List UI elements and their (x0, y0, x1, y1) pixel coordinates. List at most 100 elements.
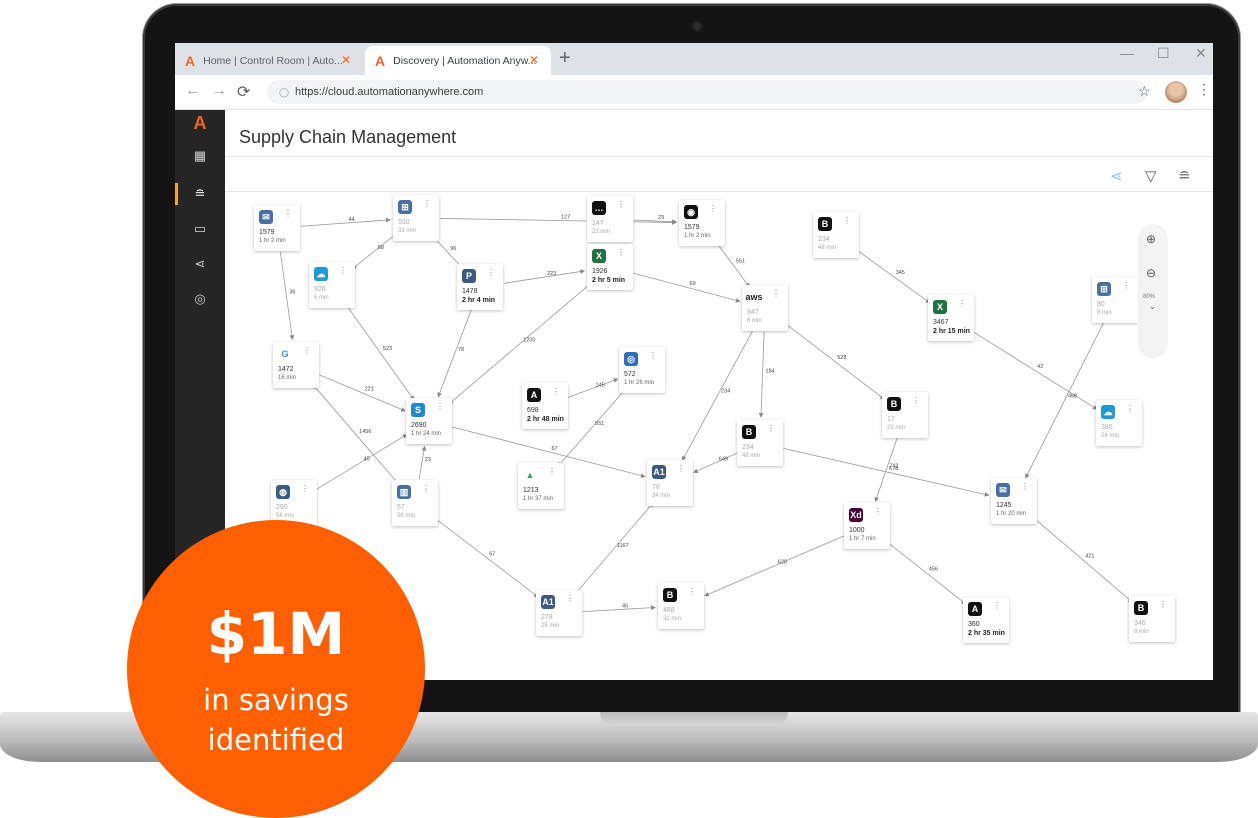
node-menu-icon[interactable]: ⋮ (423, 199, 431, 208)
browser-menu-icon[interactable]: ⋮ (1197, 81, 1211, 98)
database-icon[interactable]: ≘ (1178, 167, 1191, 185)
database-icon[interactable]: ≘ (187, 183, 213, 205)
node-menu-icon[interactable]: ⋮ (552, 387, 560, 396)
node-menu-icon[interactable]: ⋮ (617, 200, 625, 209)
graph-node[interactable]: aws ⋮ 947 6 min (742, 285, 788, 331)
graph-node[interactable]: ⊞ ⋮ 80 8 min (1092, 277, 1138, 323)
graph-node[interactable]: Xd ⋮ 1000 1 hr 7 min (844, 503, 890, 549)
monitor-icon[interactable]: ▭ (187, 218, 213, 240)
node-menu-icon[interactable]: ⋮ (874, 507, 882, 516)
graph-edge[interactable] (633, 272, 741, 303)
node-menu-icon[interactable]: ⋮ (548, 467, 556, 476)
graph-edge[interactable] (351, 232, 398, 270)
minimize-icon[interactable]: — (1120, 45, 1134, 61)
graph-edge[interactable] (574, 502, 654, 596)
graph-node[interactable]: B ⋮ 17 23 min (882, 392, 928, 438)
node-menu-icon[interactable]: ⋮ (284, 209, 292, 218)
reload-icon[interactable]: ⟳ (237, 82, 250, 102)
graph-edge[interactable] (758, 331, 765, 418)
close-window-icon[interactable]: ✕ (1195, 45, 1207, 62)
graph-edge[interactable] (971, 330, 1098, 410)
node-menu-icon[interactable]: ⋮ (566, 594, 574, 603)
graph-edge[interactable] (783, 322, 885, 400)
node-menu-icon[interactable]: ⋮ (301, 484, 309, 493)
graph-node[interactable]: B ⋮ 346 8 min (1129, 596, 1175, 642)
zoom-out-icon[interactable]: ⊖ (1146, 266, 1156, 280)
graph-node[interactable]: ☁ ⋮ 926 6 min (309, 262, 355, 308)
graph-edge[interactable] (783, 447, 990, 497)
graph-edge[interactable] (300, 217, 391, 227)
graph-node[interactable]: ✉ ⋮ 1245 1 hr 20 min (991, 478, 1037, 524)
node-menu-icon[interactable]: ⋮ (1126, 404, 1134, 413)
node-menu-icon[interactable]: ⋮ (843, 216, 851, 225)
graph-edge[interactable] (567, 378, 619, 399)
new-tab-button[interactable]: + (559, 47, 571, 70)
graph-edge[interactable] (503, 269, 586, 284)
node-menu-icon[interactable]: ⋮ (767, 424, 775, 433)
share-icon[interactable]: ⋖ (187, 253, 213, 275)
graph-node[interactable]: … ⋮ 147 23 min (587, 196, 633, 242)
filter-icon[interactable]: ▽ (1145, 167, 1157, 185)
graph-node[interactable]: S ⋮ 2690 1 hr 24 min (406, 398, 452, 444)
url-input[interactable]: ◯ https://cloud.automationanywhere.com (267, 80, 1147, 104)
graph-node[interactable]: ▲ ⋮ 1213 1 hr 37 min (518, 463, 564, 509)
graph-node[interactable]: ▥ ⋮ 67 56 min (392, 480, 438, 526)
target-icon[interactable]: ◎ (187, 288, 213, 310)
graph-node[interactable]: B ⋮ 488 32 min (658, 583, 704, 629)
chevron-down-icon[interactable]: ⌄ (1149, 302, 1156, 311)
bookmark-star-icon[interactable]: ☆ (1138, 83, 1151, 100)
avatar[interactable] (1165, 81, 1187, 103)
node-menu-icon[interactable]: ⋮ (709, 204, 717, 213)
automation-anywhere-logo-icon[interactable]: A (187, 112, 213, 134)
graph-edge[interactable] (704, 535, 846, 597)
graph-edge[interactable] (418, 445, 427, 480)
node-menu-icon[interactable]: ⋮ (958, 299, 966, 308)
close-icon[interactable]: ✕ (529, 53, 539, 67)
graph-node[interactable]: B ⋮ 234 48 min (737, 420, 783, 466)
node-menu-icon[interactable]: ⋮ (649, 351, 657, 360)
graph-node[interactable]: A ⋮ 698 2 hr 48 min (522, 383, 568, 429)
node-menu-icon[interactable]: ⋮ (688, 587, 696, 596)
node-menu-icon[interactable]: ⋮ (677, 464, 685, 473)
graph-node[interactable]: G ⋮ 1472 16 min (273, 342, 319, 388)
graph-edge[interactable] (312, 384, 400, 486)
node-menu-icon[interactable]: ⋮ (436, 402, 444, 411)
node-menu-icon[interactable]: ⋮ (1159, 600, 1167, 609)
back-icon[interactable]: ← (185, 82, 201, 100)
node-menu-icon[interactable]: ⋮ (339, 266, 347, 275)
node-menu-icon[interactable]: ⋮ (422, 484, 430, 493)
node-menu-icon[interactable]: ⋮ (617, 248, 625, 257)
graph-node[interactable]: ⊞ ⋮ 550 33 min (393, 195, 439, 241)
graph-node[interactable]: A1 ⋮ 278 25 min (536, 590, 582, 636)
graph-edge[interactable] (855, 248, 931, 304)
graph-edge[interactable] (1025, 321, 1105, 479)
node-menu-icon[interactable]: ⋮ (487, 268, 495, 277)
graph-edge[interactable] (345, 304, 415, 401)
graph-node[interactable]: A ⋮ 360 2 hr 35 min (963, 597, 1009, 643)
dashboard-icon[interactable]: ▦ (187, 145, 213, 167)
graph-node[interactable]: ☁ ⋮ 386 24 min (1096, 400, 1142, 446)
graph-node[interactable]: X ⋮ 3467 2 hr 15 min (928, 295, 974, 341)
node-menu-icon[interactable]: ⋮ (912, 396, 920, 405)
forward-icon[interactable]: → (211, 82, 227, 100)
zoom-in-icon[interactable]: ⊕ (1146, 232, 1156, 246)
graph-edge[interactable] (437, 309, 472, 398)
graph-edge[interactable] (433, 517, 539, 598)
node-menu-icon[interactable]: ⋮ (993, 601, 1001, 610)
graph-node[interactable]: ◉ ⋮ 1579 1 hr 2 min (679, 200, 725, 246)
node-menu-icon[interactable]: ⋮ (772, 289, 780, 298)
graph-node[interactable]: ◎ ⋮ 572 1 hr 26 min (619, 347, 665, 393)
close-icon[interactable]: ✕ (341, 53, 351, 67)
node-menu-icon[interactable]: ⋮ (1122, 281, 1130, 290)
tab-discovery[interactable]: A Discovery | Automation Anyw... ✕ (365, 46, 551, 75)
graph-node[interactable]: ✉ ⋮ 1579 1 hr 2 min (254, 205, 300, 251)
graph-edge[interactable] (582, 605, 656, 613)
graph-edge[interactable] (885, 540, 967, 605)
graph-node[interactable]: X ⋮ 1926 2 hr 5 min (587, 244, 633, 290)
graph-node[interactable]: P ⋮ 1478 2 hr 4 min (457, 264, 503, 310)
share-icon[interactable]: ⋖ (1110, 167, 1123, 185)
graph-node[interactable]: A1 ⋮ 78 34 min (647, 460, 693, 506)
maximize-icon[interactable]: ☐ (1157, 45, 1170, 62)
graph-edge[interactable] (693, 452, 739, 474)
graph-edge[interactable] (557, 387, 627, 467)
